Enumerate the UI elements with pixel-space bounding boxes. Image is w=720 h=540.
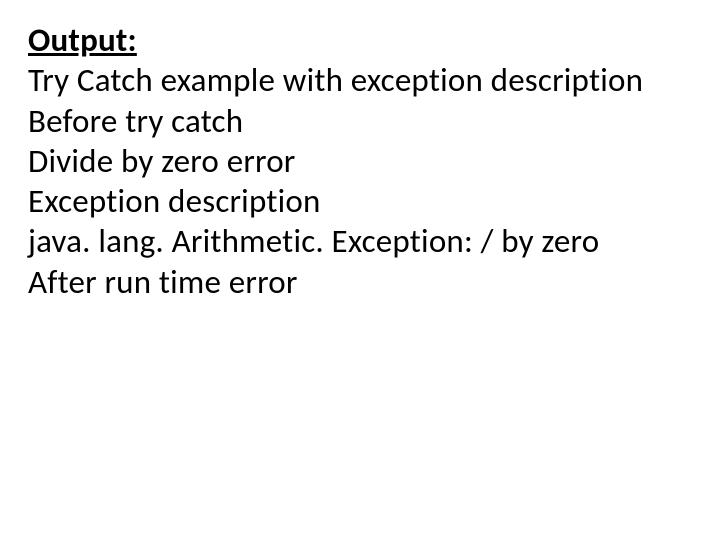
output-line-1: Try Catch example with exception descrip… <box>28 60 692 100</box>
output-heading: Output: <box>28 20 137 60</box>
output-line-6: After run time error <box>28 262 692 302</box>
output-line-3: Divide by zero error <box>28 141 692 181</box>
output-line-2: Before try catch <box>28 101 692 141</box>
output-line-4: Exception description <box>28 181 692 221</box>
output-line-5: java. lang. Arithmetic. Exception: / by … <box>28 221 692 261</box>
